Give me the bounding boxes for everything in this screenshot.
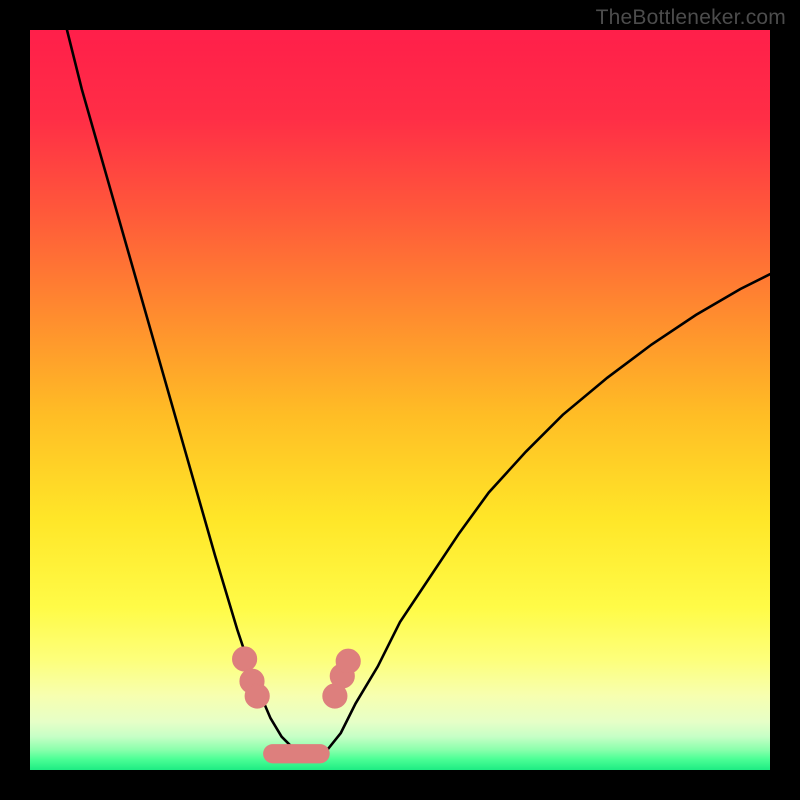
curve-right-branch (311, 274, 770, 758)
curve-left-branch (67, 30, 311, 758)
chart-frame: TheBottleneker.com (0, 0, 800, 800)
marker-band (263, 744, 330, 763)
plot-area (30, 30, 770, 770)
marker-dot (336, 649, 360, 673)
curve-layer (30, 30, 770, 770)
watermark-text: TheBottleneker.com (596, 6, 786, 30)
marker-group (233, 647, 360, 763)
marker-dot (233, 647, 257, 671)
marker-dot (245, 684, 269, 708)
